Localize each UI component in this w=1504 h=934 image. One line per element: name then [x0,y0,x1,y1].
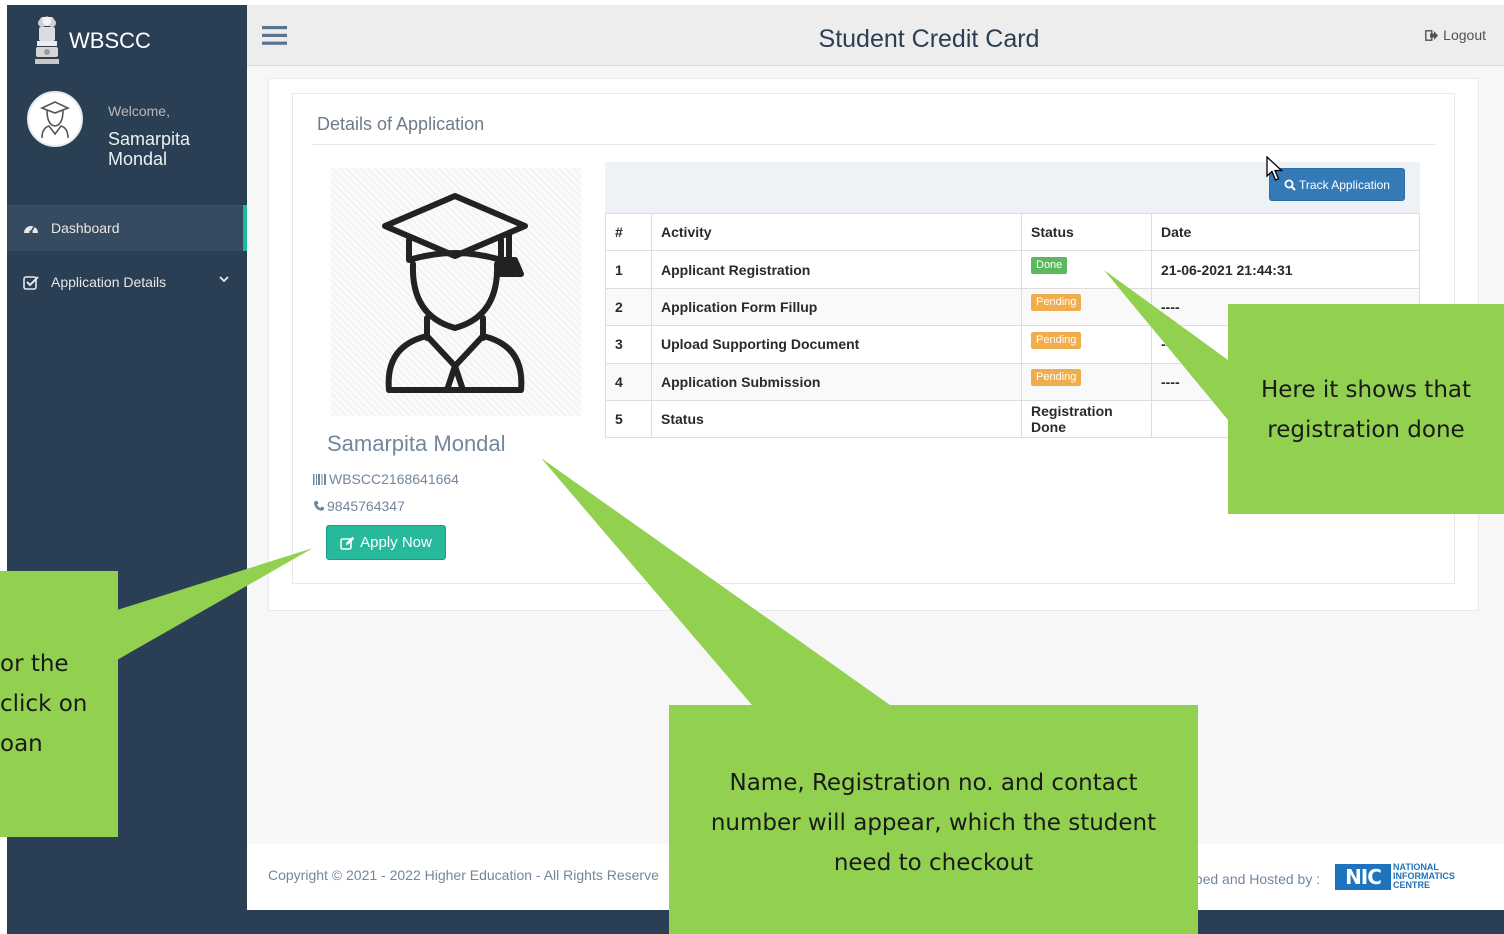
brand-name: WBSCC [69,28,151,53]
status-badge: Done [1031,257,1068,275]
callout-line: oan [0,731,43,757]
hosted-by-text: oped and Hosted by : [1187,871,1321,887]
row-number: 2 [605,287,652,327]
screen: WBSCC Welcome, Samarpita Mondal Dashboar… [0,0,1504,934]
check-square-icon [23,275,39,290]
row-number: 1 [605,250,652,289]
row-activity: Application Submission [651,362,1022,401]
panel-title: Details of Application [317,114,485,134]
sidebar-item-application-details[interactable]: Application Details [7,259,247,305]
callout-line: or the [0,651,69,677]
callout-line: click on [0,691,88,717]
column-header-status: Status [1021,212,1152,252]
welcome-label: Welcome, [108,103,170,119]
row-status: Pending [1021,325,1152,364]
profile-photo [331,168,581,416]
row-number: 5 [605,399,652,439]
phone-icon [314,501,324,511]
status-badge: Pending [1031,369,1082,387]
mouse-cursor-icon [1266,156,1284,181]
track-application-label: Track Application [1299,177,1390,192]
column-header-number: # [605,212,652,252]
table-header-row: # Activity Status Date [605,212,1420,252]
row-status: Done [1021,250,1152,289]
nic-logo-mark: NIC [1335,863,1391,890]
row-activity: Upload Supporting Document [651,325,1022,364]
registration-number-value: WBSCC2168641664 [329,471,459,487]
user-name: Samarpita Mondal [108,129,191,169]
brand[interactable]: WBSCC [31,15,151,67]
registration-number: WBSCC2168641664 [313,471,459,487]
apply-now-button[interactable]: Apply Now [326,525,446,560]
callout-registration-done: Here it shows that registration done [1228,304,1504,514]
row-activity: Status [651,399,1022,439]
page-title-wrap: Student Credit Card [247,5,1504,66]
row-status: Pending [1021,287,1152,327]
sidebar-item-label: Dashboard [51,220,120,236]
row-date: 21-06-2021 21:44:31 [1151,250,1420,289]
search-icon [1284,179,1296,191]
tachometer-icon [24,225,38,234]
column-header-date: Date [1151,212,1420,252]
callout-profile-details: Name, Registration no. and contact numbe… [669,705,1198,934]
panel-divider [312,144,1436,145]
table-row: 1 Applicant Registration Done 21-06-2021… [605,250,1420,289]
row-status: Pending [1021,362,1152,401]
nic-logo-text: NATIONAL INFORMATICS CENTRE [1393,863,1483,890]
state-emblem-icon [35,16,59,64]
page-title: Student Credit Card [818,25,1040,53]
graduate-avatar-icon [382,193,528,393]
row-activity: Applicant Registration [651,250,1022,289]
contact-number-value: 9845764347 [327,498,405,514]
profile-name: Samarpita Mondal [327,431,506,456]
user-avatar-icon [39,101,71,139]
edit-icon [340,536,355,550]
column-header-activity: Activity [651,212,1022,252]
apply-now-label: Apply Now [360,534,432,551]
nic-logo[interactable]: NIC NATIONAL INFORMATICS CENTRE [1335,863,1483,890]
chevron-down-icon [219,276,229,283]
row-status: Registration Done [1021,399,1152,439]
status-badge: Pending [1031,294,1082,312]
sidebar-item-label: Application Details [51,274,167,290]
copyright-text: Copyright © 2021 - 2022 Higher Education… [268,867,659,883]
row-number: 4 [605,362,652,401]
row-activity: Application Form Fillup [651,287,1022,327]
nic-logo-line: CENTRE [1393,880,1431,890]
track-application-button[interactable]: Track Application [1269,168,1405,201]
barcode-icon [313,473,326,485]
avatar [27,91,83,147]
contact-number: 9845764347 [313,498,405,514]
sidebar-item-dashboard[interactable]: Dashboard [7,205,247,251]
callout-apply-now: or the click on oan [0,571,118,837]
row-number: 3 [605,325,652,364]
status-badge: Pending [1031,331,1082,349]
